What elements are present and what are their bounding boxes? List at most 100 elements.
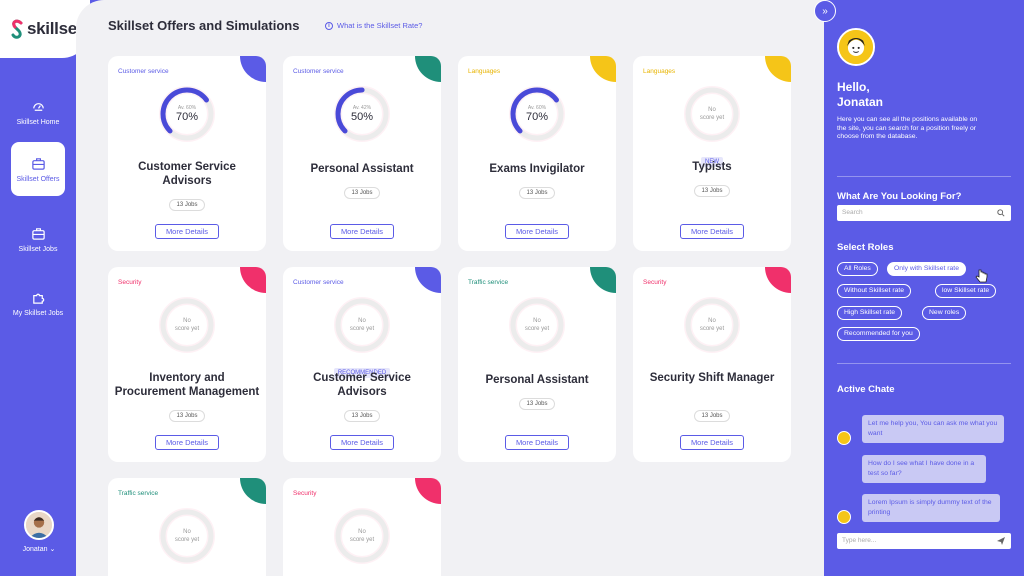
offer-card[interactable]: Security No score yet Inventory and Procur… <box>108 267 266 462</box>
offer-card[interactable]: Traffic service No score yet Personal Assi… <box>458 267 616 462</box>
no-score-label: No score yet <box>349 529 375 543</box>
chat-input[interactable]: Type here... <box>837 533 1011 549</box>
nav-item-skillset-home[interactable]: Skillset Home <box>11 85 65 139</box>
offer-card[interactable]: Customer service No score yet RECOMMENDED C… <box>283 267 441 462</box>
card-title: Customer Service Advisors <box>138 161 236 187</box>
chip-recommended[interactable]: Recommended for you <box>837 327 920 341</box>
offer-card[interactable]: Languages No score yet NEW Typists 13 Jobs Mo… <box>633 56 791 251</box>
category-corner <box>240 267 266 293</box>
card-category: Security <box>643 279 667 286</box>
gauge-label: No score yet <box>157 295 217 355</box>
intro-text: Here you can see all the positions avail… <box>837 116 978 140</box>
card-category: Traffic service <box>468 279 509 286</box>
offer-card[interactable]: Traffic service No score yet <box>108 478 266 576</box>
no-score-label: No score yet <box>174 318 200 332</box>
main-content: Skillset Offers and Simulations i What i… <box>76 0 824 576</box>
chip-new-roles[interactable]: New roles <box>922 306 967 320</box>
gauge-label: Av. 42% 50% <box>332 84 392 144</box>
jobs-count: 13 Jobs <box>283 404 441 422</box>
offer-card[interactable]: Customer service Av. 42% 50% Personal Ass… <box>283 56 441 251</box>
jobs-count: 13 Jobs <box>633 179 791 197</box>
card-title: Personal Assistant <box>310 163 414 175</box>
jobs-count: 13 Jobs <box>108 193 266 211</box>
avatar <box>24 510 54 540</box>
more-details-button[interactable]: More Details <box>155 224 219 239</box>
card-title: Personal Assistant <box>485 374 589 386</box>
briefcase-icon <box>31 227 45 240</box>
category-corner <box>765 56 791 82</box>
gauge-label: No score yet <box>157 506 217 566</box>
briefcase-icon <box>31 157 45 170</box>
more-details-button[interactable]: More Details <box>155 435 219 450</box>
nav-label: Skillset Home <box>16 118 60 126</box>
offer-card[interactable]: Customer service Av. 60% 70% Customer Ser… <box>108 56 266 251</box>
send-icon[interactable] <box>996 536 1006 546</box>
card-title: Exams Invigilator <box>489 163 585 175</box>
card-category: Security <box>293 490 317 497</box>
collapse-panel-button[interactable]: » <box>814 0 836 22</box>
gauge-label: No score yet <box>682 84 742 144</box>
offer-card[interactable]: Languages Av. 60% 70% Exams Invigilator 13… <box>458 56 616 251</box>
card-category: Traffic service <box>118 490 159 497</box>
offer-card[interactable]: Security No score yet Security Shift Manag… <box>633 267 791 462</box>
more-details-button[interactable]: More Details <box>505 224 569 239</box>
more-details-button[interactable]: More Details <box>680 224 744 239</box>
card-title: Security Shift Manager <box>649 372 775 384</box>
no-score-label: No score yet <box>524 318 550 332</box>
chip-only-with-rate[interactable]: Only with Skillset rate <box>887 262 966 276</box>
gauge-label: No score yet <box>682 295 742 355</box>
jobs-count: 13 Jobs <box>458 181 616 199</box>
select-roles-heading: Select Roles <box>837 242 894 253</box>
card-category: Languages <box>468 68 501 75</box>
more-details-button[interactable]: More Details <box>680 435 744 450</box>
offer-card[interactable]: Security No score yet <box>283 478 441 576</box>
assistant-avatar <box>837 28 875 66</box>
search-icon <box>997 209 1005 217</box>
left-navigation: skillset Skillset Home Skillset Offers S… <box>0 0 90 576</box>
chip-without-rate[interactable]: Without Skillset rate <box>837 284 912 298</box>
more-details-button[interactable]: More Details <box>330 224 394 239</box>
category-corner <box>240 56 266 82</box>
jobs-count: 13 Jobs <box>458 392 616 410</box>
logo-text: skillset <box>27 19 83 38</box>
logo-icon <box>11 19 23 39</box>
card-category: Customer service <box>293 68 344 75</box>
more-details-button[interactable]: More Details <box>330 435 394 450</box>
puzzle-icon <box>32 293 44 304</box>
greeting-name: Jonatan <box>837 95 884 109</box>
chip-low-rate[interactable]: low Skillset rate <box>935 284 997 298</box>
home-icon <box>32 102 44 111</box>
nav-label: My Skillset Jobs <box>12 309 64 317</box>
category-corner <box>765 267 791 293</box>
divider <box>837 176 1011 177</box>
card-category: Customer service <box>293 279 344 286</box>
nav-item-my-skillset-jobs[interactable]: My Skillset Jobs <box>11 276 65 330</box>
score-percent: 50% <box>350 111 374 123</box>
chip-all-roles[interactable]: All Roles <box>837 262 878 276</box>
nav-item-skillset-offers[interactable]: Skillset Offers <box>11 142 65 196</box>
card-category: Customer service <box>118 68 169 75</box>
no-score-label: No score yet <box>349 318 375 332</box>
score-percent: 70% <box>175 111 199 123</box>
search-placeholder: Search <box>842 209 863 216</box>
chat-message-bot: Lorem Ipsum is simply dummy text of the … <box>862 494 1000 522</box>
skillset-rate-link[interactable]: i What is the Skillset Rate? <box>325 21 422 30</box>
gauge-label: Av. 60% 70% <box>157 84 217 144</box>
user-menu[interactable]: Jonatan ⌄ <box>18 510 60 553</box>
category-corner <box>415 56 441 82</box>
card-category: Languages <box>643 68 676 75</box>
chip-high-rate[interactable]: High Skillset rate <box>837 306 902 320</box>
assistant-face-icon <box>839 30 873 64</box>
page-title: Skillset Offers and Simulations <box>108 18 300 33</box>
more-details-button[interactable]: More Details <box>505 435 569 450</box>
looking-for-heading: What Are You Looking For? <box>837 191 962 202</box>
user-name: Jonatan ⌄ <box>22 546 56 553</box>
search-input[interactable]: Search <box>837 205 1011 221</box>
chat-placeholder: Type here... <box>842 537 877 544</box>
assistant-mini-avatar <box>837 510 851 524</box>
person-avatar-icon <box>26 512 52 538</box>
page-header: Skillset Offers and Simulations i What i… <box>76 0 824 56</box>
card-title: Inventory and Procurement Management <box>114 372 260 398</box>
nav-item-skillset-jobs[interactable]: Skillset Jobs <box>11 212 65 266</box>
category-corner <box>240 478 266 504</box>
